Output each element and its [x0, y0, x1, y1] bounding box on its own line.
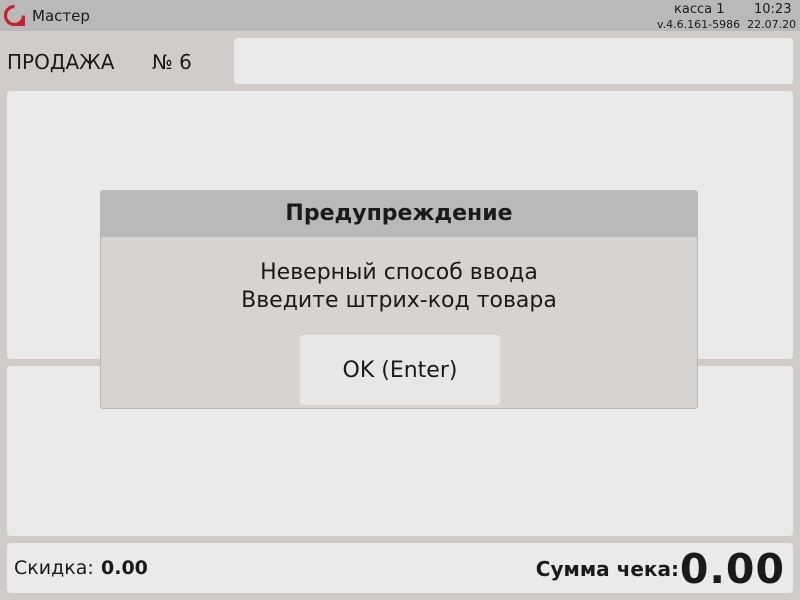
top-bar: Мастер касса 1 10:23 v.4.6.161-5986 22.0… [0, 0, 800, 31]
user-name: Мастер [32, 7, 90, 25]
discount-value: 0.00 [101, 557, 148, 579]
version-info: v.4.6.161-5986 22.07.20 [657, 18, 796, 31]
register-label: касса 1 [674, 2, 725, 17]
total-label: Сумма чека: [535, 557, 679, 581]
discount-label: Скидка: [14, 557, 94, 579]
barcode-input[interactable] [234, 38, 793, 84]
version-number: v.4.6.161-5986 [657, 18, 741, 31]
document-type: ПРОДАЖА [7, 50, 115, 74]
version-date: 22.07.20 [747, 18, 797, 31]
clock: 10:23 [754, 2, 792, 17]
document-number: № 6 [152, 50, 192, 74]
dialog-message-line-2: Введите штрих-код товара [241, 288, 557, 313]
dialog-title: Предупреждение [101, 191, 697, 237]
receipt-footer: Скидка: 0.00 Сумма чека: 0.00 [7, 543, 793, 593]
dialog-message-line-1: Неверный способ ввода [260, 260, 538, 285]
cashier-logo-icon [4, 5, 25, 26]
warning-dialog: Предупреждение Неверный способ ввода Вве… [100, 190, 698, 409]
dialog-message: Неверный способ ввода Введите штрих-код … [101, 259, 697, 315]
ok-button[interactable]: OK (Enter) [300, 335, 500, 405]
total-value: 0.00 [679, 545, 785, 593]
